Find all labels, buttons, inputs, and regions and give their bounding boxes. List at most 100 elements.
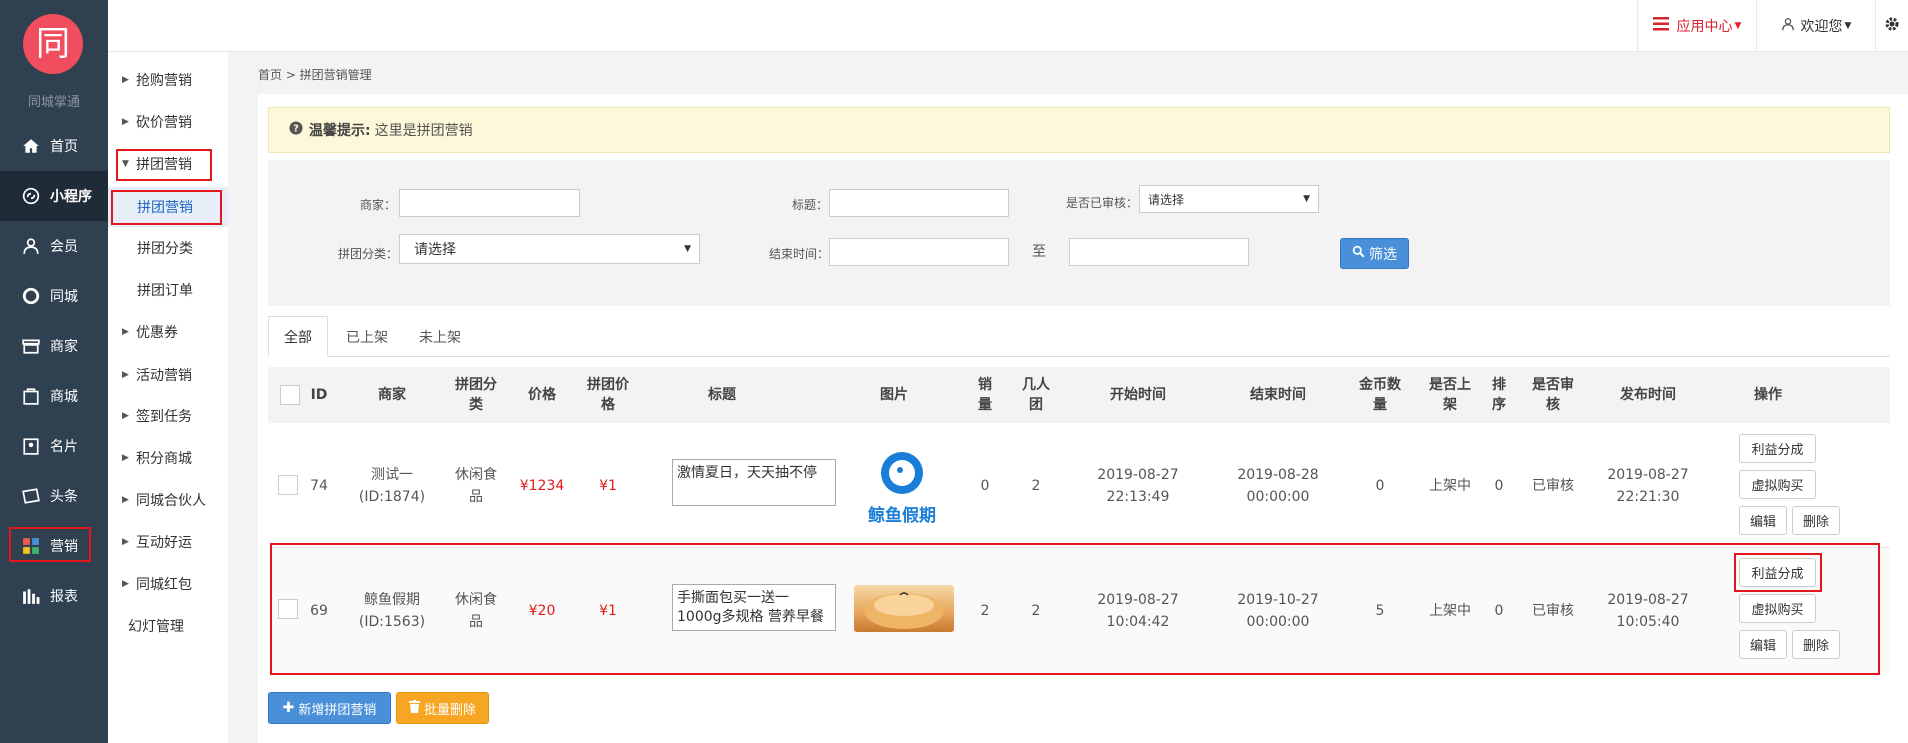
- col-group-size-line2: 团: [1029, 397, 1043, 413]
- caret-right-icon: ▶: [122, 537, 129, 547]
- cell-end-date: 2019-08-28: [1237, 466, 1319, 483]
- nav-item-card[interactable]: 名片: [0, 421, 108, 471]
- nav-item-city[interactable]: 同城: [0, 271, 108, 321]
- col-coins: 金币数量: [1350, 367, 1410, 423]
- cell-id: 74: [310, 477, 328, 494]
- col-id: ID: [310, 387, 328, 403]
- subnav-item-group-orders[interactable]: 拼团订单: [108, 270, 228, 310]
- col-sort: 排序: [1484, 367, 1514, 423]
- nav-item-miniapp[interactable]: 小程序: [0, 171, 108, 221]
- subnav-item-checkin[interactable]: ▶ 签到任务: [108, 396, 228, 436]
- nav-label: 报表: [50, 589, 78, 605]
- subnav-item-partner[interactable]: ▶ 同城合伙人: [108, 480, 228, 520]
- user-menu[interactable]: 欢迎您 ▼: [1756, 0, 1875, 52]
- subnav-item-redpacket[interactable]: ▶ 同城红包: [108, 564, 228, 604]
- subnav-label: 优惠券: [136, 325, 178, 341]
- caret-right-icon: ▶: [122, 453, 129, 463]
- col-category: 拼团分类: [446, 367, 506, 423]
- col-published: 发布时间: [1620, 387, 1676, 403]
- cell-end: 2019-08-28 00:00:00: [1228, 423, 1328, 548]
- highlight-profit-share: [1734, 553, 1822, 592]
- cell-merchant: 测试一(ID:1874): [358, 466, 426, 505]
- tab-label: 已上架: [346, 329, 388, 346]
- svg-text:?: ?: [293, 124, 299, 135]
- col-price: 价格: [528, 387, 556, 403]
- cell-category-line1: 休闲食: [455, 466, 497, 483]
- caret-right-icon: ▶: [122, 579, 129, 589]
- cell-category-line2: 品: [469, 488, 483, 505]
- col-end: 结束时间: [1250, 387, 1306, 403]
- subnav-item-activity[interactable]: ▶ 活动营销: [108, 355, 228, 395]
- cell-group-size: 2: [1031, 477, 1041, 494]
- title-filter-input[interactable]: [829, 189, 1009, 217]
- col-reviewed-line1: 是否审: [1532, 377, 1574, 393]
- select-all-checkbox[interactable]: [280, 385, 300, 405]
- caret-down-icon: ▼: [684, 244, 691, 254]
- col-image: 图片: [880, 387, 908, 403]
- subnav-label: 活动营销: [136, 368, 192, 384]
- nav-label: 头条: [50, 489, 78, 505]
- subnav-item-flash[interactable]: ▶ 抢购营销: [108, 60, 228, 100]
- nav-item-home[interactable]: 首页: [0, 121, 108, 171]
- filter-button[interactable]: 筛选: [1340, 238, 1409, 269]
- settings-button[interactable]: [1875, 0, 1908, 52]
- subnav-item-slides[interactable]: 幻灯管理: [108, 606, 228, 646]
- tab-listed[interactable]: 已上架: [335, 316, 399, 357]
- app-center-label: 应用中心: [1676, 19, 1733, 35]
- add-group-marketing-button[interactable]: ✚ 新增拼团营销: [268, 692, 391, 724]
- merchant-filter-input[interactable]: [399, 189, 580, 217]
- profit-share-button[interactable]: 利益分成: [1739, 434, 1816, 463]
- cell-reviewed: 已审核: [1532, 477, 1574, 494]
- tip-label: 温馨提示:: [309, 123, 371, 139]
- subnav-item-interactive[interactable]: ▶ 互动好运: [108, 522, 228, 562]
- nav-item-report[interactable]: 报表: [0, 571, 108, 621]
- app-center-menu[interactable]: 应用中心 ▼: [1637, 0, 1756, 52]
- nav-item-merchant[interactable]: 商家: [0, 321, 108, 371]
- tab-all[interactable]: 全部: [268, 316, 328, 357]
- col-listed: 是否上架: [1420, 367, 1480, 423]
- cell-coins: 0: [1375, 477, 1385, 494]
- delete-button[interactable]: 删除: [1792, 506, 1840, 535]
- endtime-end-input[interactable]: [1069, 238, 1249, 266]
- virtual-purchase-button[interactable]: 虚拟购买: [1739, 470, 1816, 499]
- cell-start: 2019-08-27 22:13:49: [1088, 423, 1188, 548]
- subnav-label: 同城合伙人: [136, 493, 206, 509]
- category-filter-select[interactable]: 请选择 ▼: [399, 234, 700, 264]
- user-icon: [16, 237, 46, 255]
- product-image-whale-logo: 鲸鱼假期: [866, 451, 938, 526]
- col-sales-line2: 量: [978, 397, 992, 413]
- row-checkbox[interactable]: [278, 475, 298, 495]
- nav-item-mall[interactable]: 商城: [0, 371, 108, 421]
- breadcrumb: 首页 > 拼团营销管理: [258, 68, 372, 82]
- tab-unlisted[interactable]: 未上架: [408, 316, 472, 357]
- col-category-line2: 类: [469, 397, 483, 413]
- nav-item-members[interactable]: 会员: [0, 221, 108, 271]
- plus-icon: ✚: [282, 700, 295, 716]
- edit-button[interactable]: 编辑: [1739, 506, 1787, 535]
- nav-item-news[interactable]: 头条: [0, 471, 108, 521]
- subnav-item-coupon[interactable]: ▶ 优惠券: [108, 312, 228, 352]
- tab-label: 全部: [284, 329, 312, 346]
- cell-start-time: 22:13:49: [1106, 488, 1170, 505]
- subnav-label: 砍价营销: [136, 115, 192, 131]
- col-group-price-line2: 格: [601, 397, 615, 413]
- col-listed-line2: 架: [1443, 397, 1457, 413]
- subnav-item-points[interactable]: ▶ 积分商城: [108, 438, 228, 478]
- reviewed-filter-value: 请选择: [1148, 192, 1185, 207]
- cell-title-textarea[interactable]: 激情夏日，天天抽不停: [672, 459, 836, 506]
- subnav-item-bargain[interactable]: ▶ 砍价营销: [108, 102, 228, 142]
- reviewed-filter-select[interactable]: 请选择 ▼: [1139, 185, 1319, 213]
- highlight-marketing: [9, 527, 91, 562]
- highlight-subnav-group-manage: [111, 190, 222, 225]
- caret-right-icon: ▶: [122, 75, 129, 85]
- col-reviewed-line2: 核: [1546, 397, 1560, 413]
- store-icon: [16, 337, 46, 355]
- endtime-start-input[interactable]: [829, 238, 1009, 266]
- filter-button-label: 筛选: [1369, 246, 1397, 263]
- nav-label: 商家: [50, 339, 78, 355]
- subnav-item-group-category[interactable]: 拼团分类: [108, 228, 228, 268]
- col-group-size-line1: 几人: [1022, 377, 1050, 393]
- cell-group-price: ¥1: [599, 477, 617, 494]
- title-filter-label: 标题：: [792, 198, 829, 212]
- batch-delete-button[interactable]: 批量删除: [396, 692, 489, 724]
